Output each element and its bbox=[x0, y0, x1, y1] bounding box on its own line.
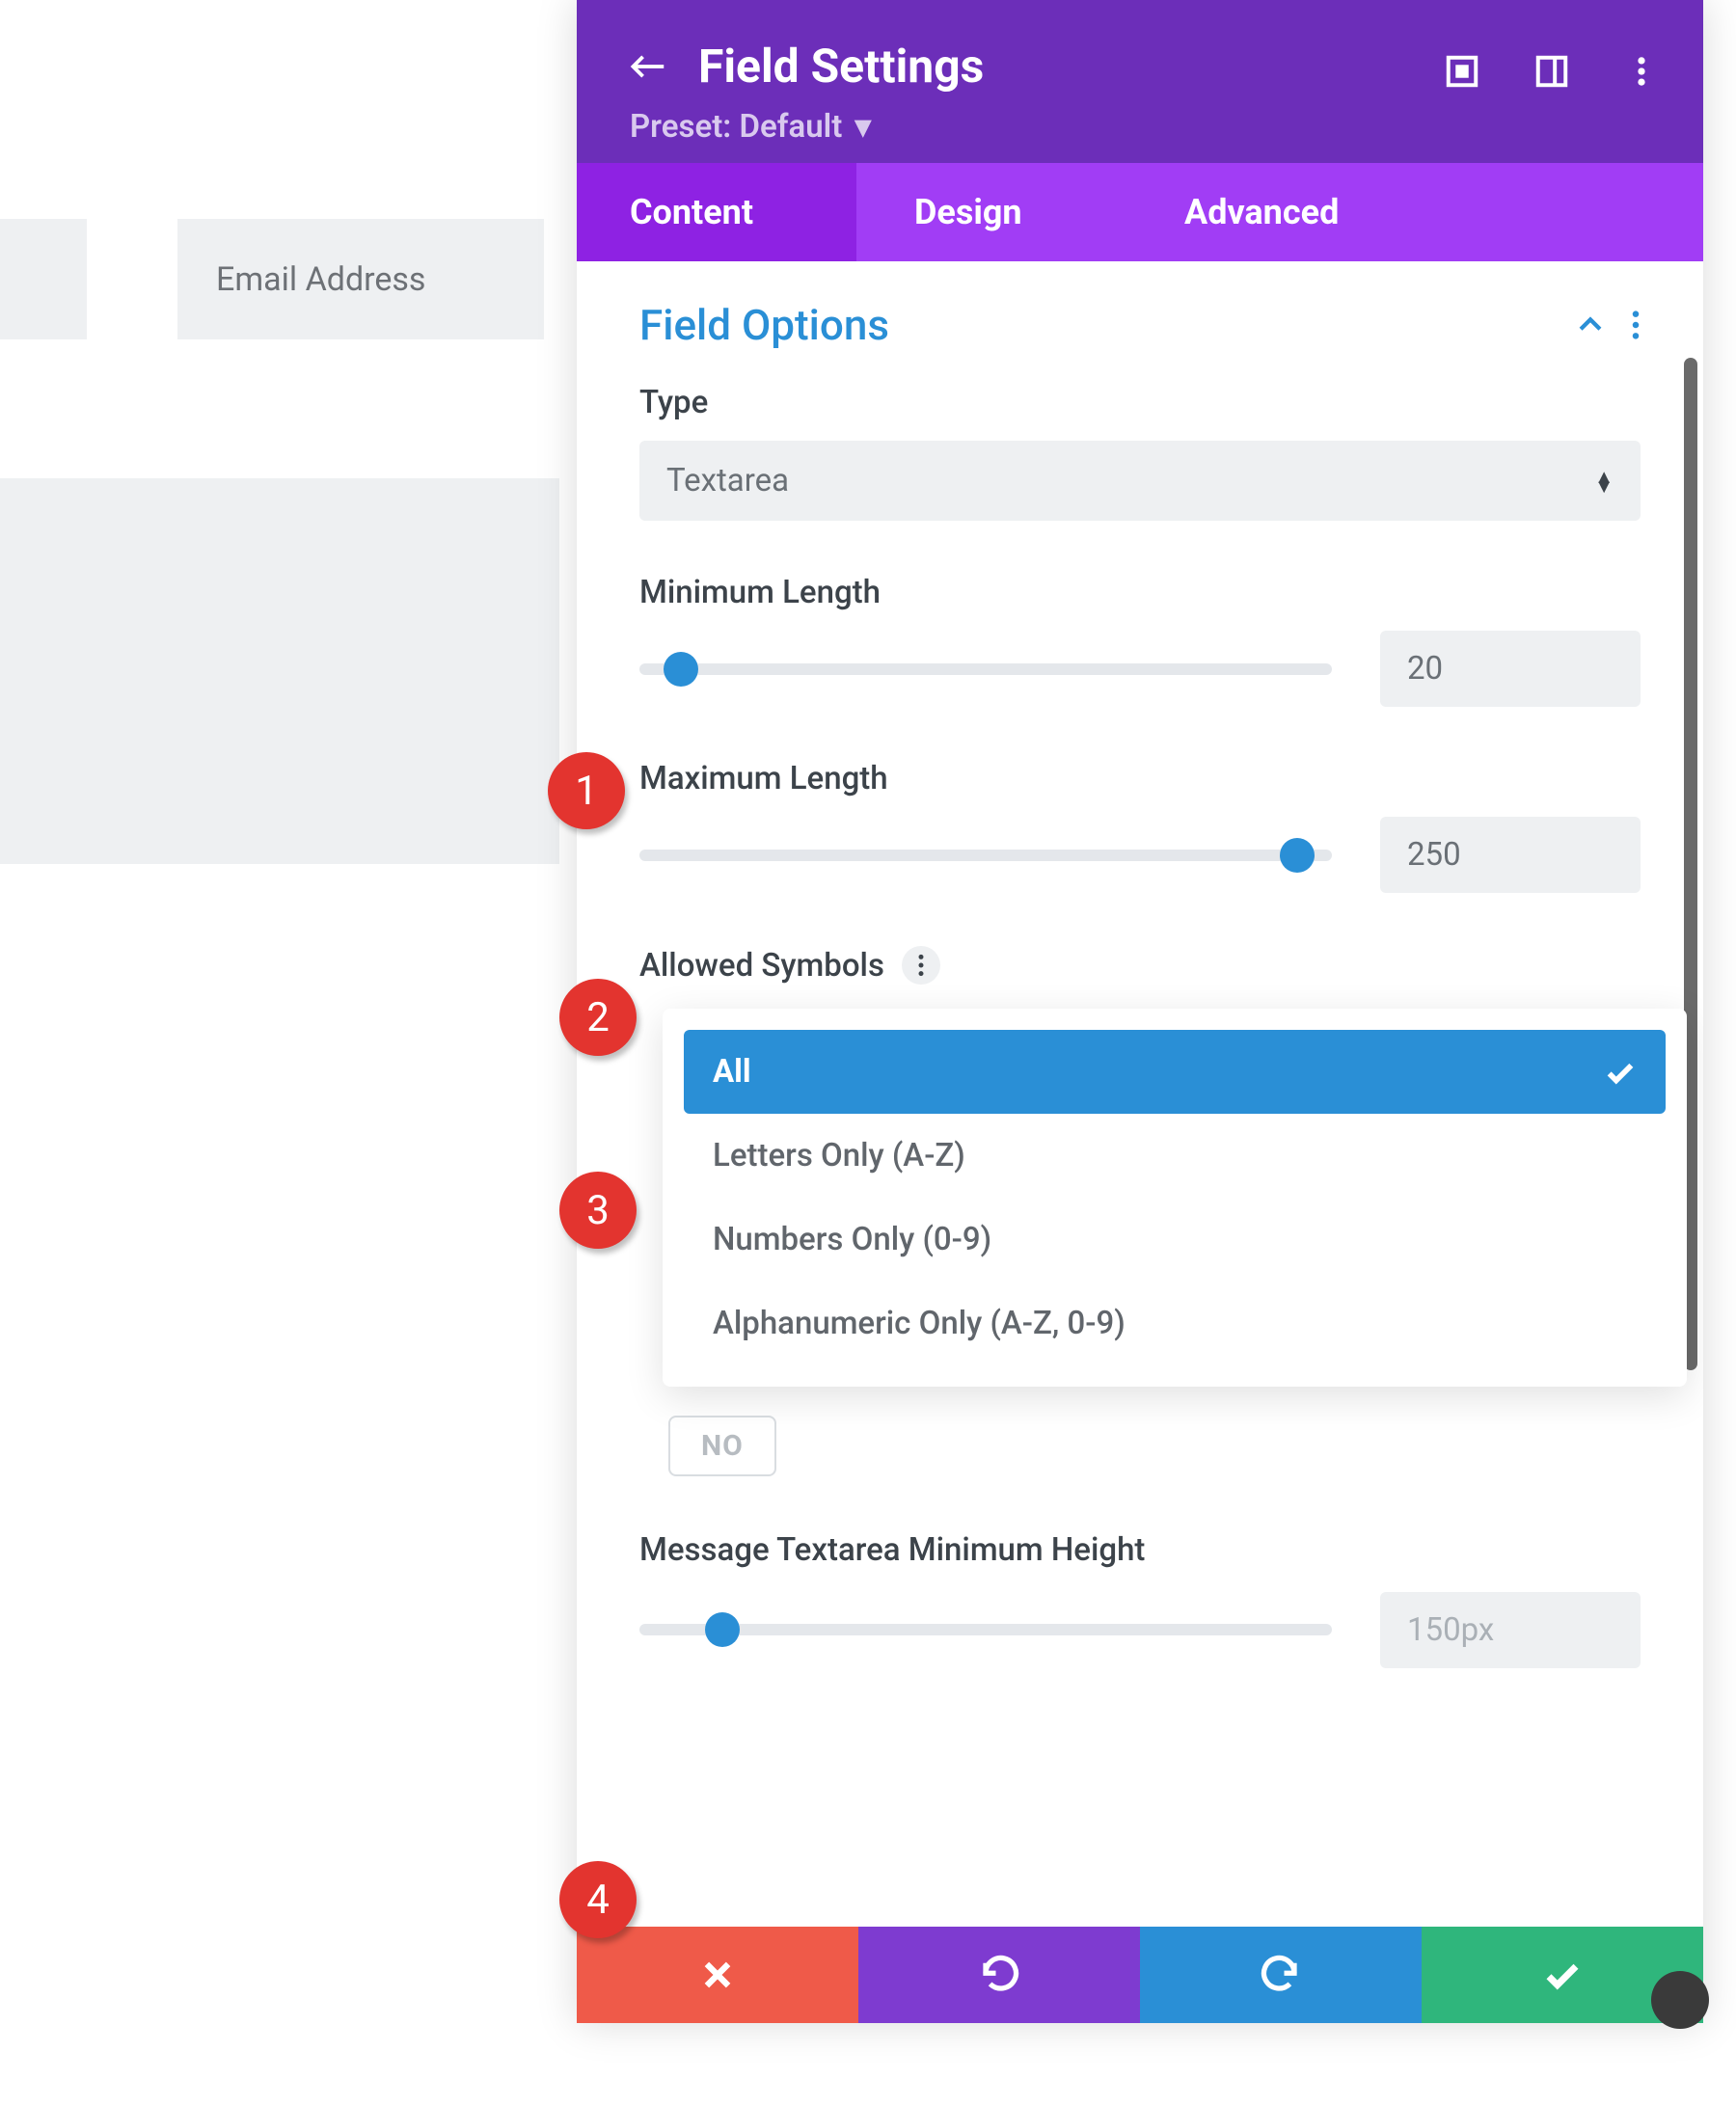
slider-thumb[interactable] bbox=[1280, 838, 1315, 873]
field-type: Type Textarea ▲▼ bbox=[639, 384, 1641, 521]
max-length-value[interactable]: 250 bbox=[1380, 817, 1641, 893]
cancel-button[interactable] bbox=[577, 1927, 858, 2023]
field-options-icon[interactable] bbox=[902, 946, 940, 985]
layout-icon[interactable] bbox=[1533, 53, 1570, 90]
msg-min-height-label: Message Textarea Minimum Height bbox=[639, 1529, 1180, 1573]
msg-min-height-value[interactable]: 150px bbox=[1380, 1592, 1641, 1668]
panel-body: Field Options Type Textarea ▲▼ Minimum L… bbox=[577, 261, 1703, 2023]
caret-down-icon: ▾ bbox=[855, 108, 872, 146]
dd-option-numbers[interactable]: Numbers Only (0-9) bbox=[684, 1198, 1666, 1282]
dd-option-letters[interactable]: Letters Only (A-Z) bbox=[684, 1114, 1666, 1198]
field-msg-min-height: Message Textarea Minimum Height 150px bbox=[639, 1529, 1641, 1668]
dd-option-all[interactable]: All bbox=[684, 1030, 1666, 1114]
redo-button[interactable] bbox=[1140, 1927, 1422, 2023]
min-length-value[interactable]: 20 bbox=[1380, 631, 1641, 707]
email-input[interactable]: Email Address bbox=[177, 219, 544, 339]
tabs-bar: Content Design Advanced bbox=[577, 163, 1703, 261]
field-allowed-symbols: Allowed Symbols All Letters Only (A-Z) N… bbox=[639, 946, 1641, 1476]
dd-option-alnum[interactable]: Alphanumeric Only (A-Z, 0-9) bbox=[684, 1282, 1666, 1365]
type-value: Textarea bbox=[666, 462, 789, 500]
fullscreen-icon[interactable] bbox=[1444, 53, 1480, 90]
sort-icon: ▲▼ bbox=[1594, 472, 1614, 491]
back-icon[interactable] bbox=[625, 44, 669, 89]
msg-min-height-slider[interactable] bbox=[639, 1624, 1332, 1635]
allowed-symbols-dropdown: All Letters Only (A-Z) Numbers Only (0-9… bbox=[663, 1009, 1687, 1387]
panel-footer bbox=[577, 1927, 1703, 2023]
annotation-marker-3: 3 bbox=[559, 1172, 637, 1249]
no-toggle[interactable]: NO bbox=[668, 1416, 776, 1476]
collapse-icon[interactable] bbox=[1574, 309, 1607, 341]
email-placeholder: Email Address bbox=[216, 260, 425, 299]
annotation-marker-1: 1 bbox=[548, 752, 625, 829]
annotation-marker-2: 2 bbox=[559, 979, 637, 1056]
preset-selector[interactable]: Preset: Default ▾ bbox=[625, 107, 1655, 146]
max-length-slider[interactable] bbox=[639, 850, 1332, 861]
section-title[interactable]: Field Options bbox=[639, 300, 889, 350]
type-label: Type bbox=[639, 384, 1641, 421]
section-more-icon[interactable] bbox=[1631, 309, 1641, 341]
slider-thumb[interactable] bbox=[705, 1612, 740, 1647]
bg-textarea-fragment bbox=[0, 478, 559, 864]
min-length-slider[interactable] bbox=[639, 663, 1332, 675]
field-max-length: Maximum Length 250 bbox=[639, 760, 1641, 893]
tab-design[interactable]: Design bbox=[856, 163, 1126, 261]
type-select[interactable]: Textarea ▲▼ bbox=[639, 441, 1641, 521]
undo-button[interactable] bbox=[858, 1927, 1140, 2023]
panel-header: Field Settings Preset: Default ▾ bbox=[577, 0, 1703, 163]
resize-handle[interactable] bbox=[1651, 1971, 1709, 2029]
field-min-length: Minimum Length 20 bbox=[639, 574, 1641, 707]
allowed-symbols-label: Allowed Symbols bbox=[639, 946, 1641, 985]
panel-title: Field Settings bbox=[698, 39, 984, 94]
more-icon[interactable] bbox=[1623, 53, 1660, 90]
tab-content[interactable]: Content bbox=[577, 163, 856, 261]
annotation-marker-4: 4 bbox=[559, 1861, 637, 1938]
bg-input-fragment bbox=[0, 219, 87, 339]
settings-panel: Field Settings Preset: Default ▾ Content… bbox=[577, 0, 1703, 2023]
tab-advanced[interactable]: Advanced bbox=[1126, 163, 1703, 261]
max-length-label: Maximum Length bbox=[639, 760, 1641, 797]
min-length-label: Minimum Length bbox=[639, 574, 1641, 611]
slider-thumb[interactable] bbox=[664, 652, 698, 687]
check-icon bbox=[1604, 1056, 1637, 1089]
preset-label: Preset: Default bbox=[630, 108, 842, 146]
